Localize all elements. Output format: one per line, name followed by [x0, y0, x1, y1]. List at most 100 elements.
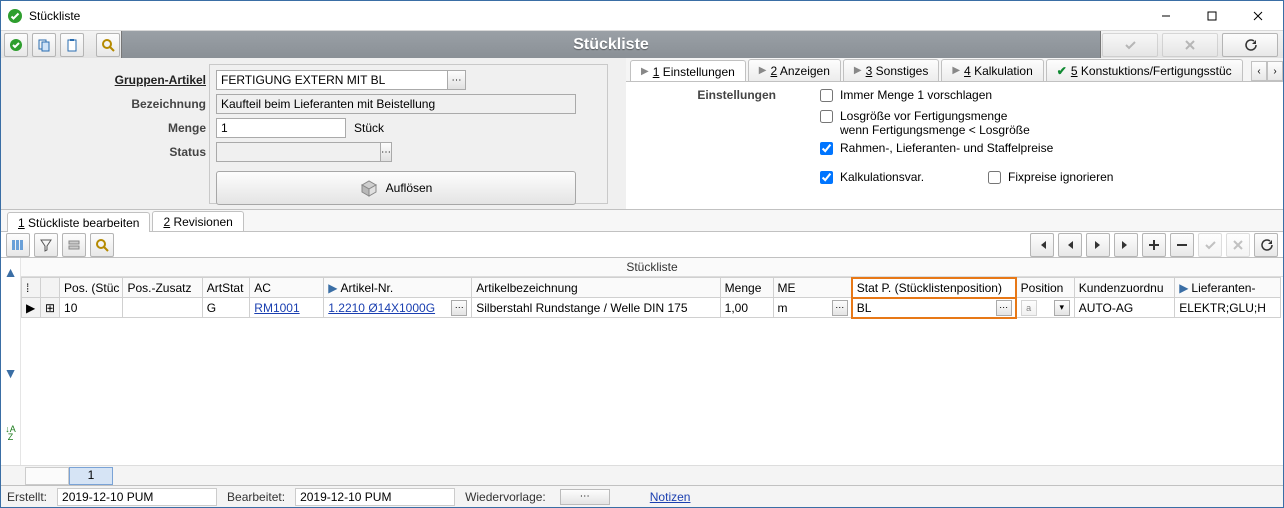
tab-einstellungen[interactable]: ▶1 Einstellungen — [630, 60, 746, 82]
tab-konstruktion[interactable]: ✔5 Konstuktions/Fertigungsstüc — [1046, 59, 1243, 81]
side-up-icon[interactable]: ▲ — [4, 264, 18, 280]
cell-artstat[interactable]: G — [202, 298, 250, 318]
col-artikel-bez[interactable]: Artikelbezeichnung — [472, 278, 720, 298]
chk-immer-menge-1[interactable]: Immer Menge 1 vorschlagen — [816, 88, 1273, 105]
col-menge[interactable]: Menge — [720, 278, 773, 298]
erstellt-label: Erstellt: — [7, 490, 47, 504]
aufloesen-button[interactable]: Auflösen — [216, 171, 576, 205]
grid-columns-button[interactable] — [6, 233, 30, 257]
apply-button[interactable] — [1102, 33, 1158, 57]
nav-prev-button[interactable] — [1058, 233, 1082, 257]
row-add-button[interactable] — [1142, 233, 1166, 257]
tab-sonstiges[interactable]: ▶3 Sonstiges — [843, 59, 939, 81]
gruppen-artikel-lookup-button[interactable]: ⋯ — [448, 70, 466, 90]
col-me[interactable]: ME — [773, 278, 852, 298]
notizen-link[interactable]: Notizen — [650, 490, 691, 504]
main-toolbar: Stückliste — [1, 31, 1283, 58]
pager-current[interactable]: 1 — [69, 467, 113, 485]
window-close-button[interactable] — [1235, 1, 1281, 31]
window-minimize-button[interactable] — [1143, 1, 1189, 31]
form-area: Gruppen-Artikel ⋯ Bezeichnung Menge Stüc… — [1, 58, 626, 209]
titlebar: Stückliste — [1, 1, 1283, 31]
grid-table: ⁞ Pos. (Stüc Pos.-Zusatz ArtStat AC ▶Art… — [21, 277, 1281, 318]
search-button[interactable] — [96, 33, 120, 57]
bezeichnung-input — [216, 94, 576, 114]
artikel-nr-lookup-button[interactable]: ⋯ — [451, 300, 467, 316]
cell-position[interactable]: a▾ — [1016, 298, 1074, 318]
grid-search-button[interactable] — [90, 233, 114, 257]
subtab-revisionen[interactable]: 2 Revisionen — [152, 211, 243, 231]
col-position[interactable]: Position — [1016, 278, 1074, 298]
col-lieferanten[interactable]: ▶Lieferanten- — [1175, 278, 1281, 298]
app-icon — [7, 8, 23, 24]
tabs-scroll-right[interactable]: › — [1267, 61, 1283, 81]
nav-last-button[interactable] — [1114, 233, 1138, 257]
paste-button[interactable] — [60, 33, 84, 57]
me-lookup-button[interactable]: ⋯ — [832, 300, 848, 316]
cell-ac[interactable]: RM1001 — [250, 298, 324, 318]
row-refresh-button[interactable] — [1254, 233, 1278, 257]
status-input[interactable] — [216, 142, 381, 162]
row-cancel-button[interactable] — [1226, 233, 1250, 257]
col-ac[interactable]: AC — [250, 278, 324, 298]
wiedervorlage-button[interactable]: ⋯ — [560, 489, 610, 505]
col-pos[interactable]: Pos. (Stüc — [60, 278, 123, 298]
nav-first-button[interactable] — [1030, 233, 1054, 257]
chk-kalkvar[interactable]: Kalkulationsvar. — [816, 170, 924, 187]
side-down-icon[interactable]: ▼ — [4, 365, 18, 381]
cell-pos[interactable]: 10 — [60, 298, 123, 318]
aufloesen-label: Auflösen — [386, 181, 433, 195]
cell-artikel-bez[interactable]: Silberstahl Rundstange / Welle DIN 175 — [472, 298, 720, 318]
side-nav: ▲ ▼ ↓AZ — [1, 258, 21, 465]
refresh-button[interactable] — [1222, 33, 1278, 57]
col-selector[interactable]: ⁞ — [22, 278, 41, 298]
gruppen-artikel-label[interactable]: Gruppen-Artikel — [96, 73, 206, 87]
col-artikel-nr[interactable]: ▶Artikel-Nr. — [324, 278, 472, 298]
cell-stat-p[interactable]: BL⋯ — [852, 298, 1016, 318]
row-expand-button[interactable]: ⊞ — [41, 298, 60, 318]
window-maximize-button[interactable] — [1189, 1, 1235, 31]
tab-kalkulation[interactable]: ▶4 Kalkulation — [941, 59, 1043, 81]
tab-anzeigen[interactable]: ▶2 Anzeigen — [748, 59, 841, 81]
chk-fixpreise[interactable]: Fixpreise ignorieren — [984, 170, 1113, 187]
cell-pos-zusatz[interactable] — [123, 298, 202, 318]
cell-menge[interactable]: 1,00 — [720, 298, 773, 318]
cell-me[interactable]: m⋯ — [773, 298, 852, 318]
status-bar: Erstellt: 2019-12-10 PUM Bearbeitet: 201… — [1, 485, 1283, 507]
grid-caption: Stückliste — [21, 258, 1283, 277]
status-lookup-button[interactable]: ⋯ — [381, 142, 392, 162]
grid-group-button[interactable] — [62, 233, 86, 257]
col-artstat[interactable]: ArtStat — [202, 278, 250, 298]
box-icon — [360, 179, 378, 197]
chk-rahmen[interactable]: Rahmen-, Lieferanten- und Staffelpreise — [816, 141, 1273, 158]
nav-next-button[interactable] — [1086, 233, 1110, 257]
cancel-button[interactable] — [1162, 33, 1218, 57]
cell-lieferanten[interactable]: ELEKTR;GLU;H — [1175, 298, 1281, 318]
position-edit-button[interactable]: a — [1021, 300, 1037, 316]
status-label: Status — [96, 145, 206, 159]
subtab-bearbeiten[interactable]: 1 Stückliste bearbeiten — [7, 212, 150, 232]
cell-artikel-nr[interactable]: 1.2210 Ø14X1000G⋯ — [324, 298, 472, 318]
sort-az-icon[interactable]: ↓AZ — [5, 425, 16, 441]
grid-area: ▲ ▼ ↓AZ Stückliste ⁞ Pos. (Stüc Pos.-Zu — [1, 258, 1283, 465]
table-row[interactable]: ▶ ⊞ 10 G RM1001 1.2210 Ø14X1000G⋯ Silber… — [22, 298, 1281, 318]
tabs-scroll-left[interactable]: ‹ — [1251, 61, 1267, 81]
pager-cell[interactable] — [25, 467, 69, 485]
col-stat-p[interactable]: Stat P. (Stücklistenposition) — [852, 278, 1016, 298]
col-kunden[interactable]: Kundenzuordnu — [1074, 278, 1174, 298]
cell-kunden[interactable]: AUTO-AG — [1074, 298, 1174, 318]
position-dropdown-button[interactable]: ▾ — [1054, 300, 1070, 316]
confirm-button[interactable] — [4, 33, 28, 57]
row-apply-button[interactable] — [1198, 233, 1222, 257]
grid-filter-button[interactable] — [34, 233, 58, 257]
row-remove-button[interactable] — [1170, 233, 1194, 257]
settings-area: ▶1 Einstellungen ▶2 Anzeigen ▶3 Sonstige… — [626, 58, 1283, 209]
menge-input[interactable] — [216, 118, 346, 138]
grid-toolbar — [1, 232, 1283, 258]
chk-losgroesse[interactable]: Losgröße vor Fertigungsmengewenn Fertigu… — [816, 109, 1273, 137]
statp-lookup-button[interactable]: ⋯ — [996, 300, 1012, 316]
col-pos-zusatz[interactable]: Pos.-Zusatz — [123, 278, 202, 298]
menge-label: Menge — [96, 121, 206, 135]
copy-button[interactable] — [32, 33, 56, 57]
gruppen-artikel-input[interactable] — [216, 70, 448, 90]
